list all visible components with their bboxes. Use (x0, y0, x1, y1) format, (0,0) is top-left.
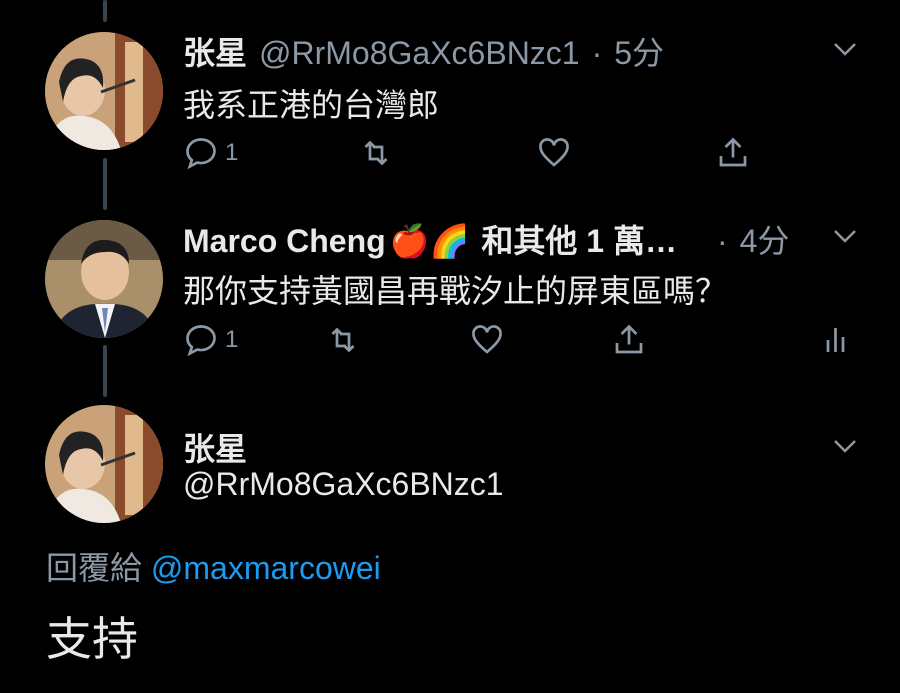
tweet-actions: 1 (183, 322, 873, 362)
tweet-actions: 1 (183, 135, 763, 175)
reply-icon (186, 138, 216, 170)
mention-link[interactable]: @maxmarcowei (151, 550, 381, 586)
display-name[interactable]: 张星 (183, 28, 247, 74)
retweet-button[interactable] (325, 322, 361, 358)
separator-dot: · (716, 223, 728, 259)
like-button[interactable] (536, 135, 572, 171)
retweet-icon (331, 327, 355, 353)
retweet-button[interactable] (358, 135, 394, 171)
reply-count: 1 (225, 139, 239, 166)
tweet-header: Marco Cheng 🍎🌈 和其他 1 萬… · 4分 (183, 216, 789, 262)
share-button[interactable] (611, 322, 647, 358)
reply-count: 1 (225, 326, 239, 353)
reply-prefix: 回覆給 (46, 550, 143, 586)
chevron-down-icon[interactable] (830, 431, 860, 461)
analytics-icon (826, 328, 845, 352)
display-name[interactable]: 张星 (183, 424, 247, 470)
thread-line (103, 0, 107, 22)
chevron-down-icon[interactable] (830, 34, 860, 64)
separator-dot: · (591, 35, 603, 71)
avatar[interactable] (45, 220, 163, 338)
retweet-icon (364, 140, 388, 166)
heart-icon (472, 325, 502, 354)
thread-line (103, 158, 107, 210)
replying-to: 回覆給 @maxmarcowei (46, 543, 381, 589)
display-name[interactable]: Marco Cheng (183, 223, 386, 260)
reply-button[interactable]: 1 (183, 322, 238, 358)
display-name-extra: 和其他 1 萬… (481, 223, 677, 259)
share-icon (719, 137, 747, 167)
tweet-text: 那你支持黃國昌再戰汐止的屏東區嗎？ (183, 273, 728, 309)
thread-line (103, 345, 107, 397)
user-handle[interactable]: @RrMo8GaXc6BNzc1 (183, 466, 504, 503)
share-button[interactable] (715, 135, 751, 171)
timestamp[interactable]: 4分 (740, 216, 790, 262)
like-button[interactable] (469, 322, 505, 358)
reply-button[interactable]: 1 (183, 135, 238, 171)
share-icon (615, 324, 643, 354)
tweet-text: 我系正港的台灣郎 (183, 87, 440, 123)
chevron-down-icon[interactable] (830, 221, 860, 251)
avatar[interactable] (45, 32, 163, 150)
name-emoji-badges: 🍎🌈 (389, 223, 470, 259)
timestamp[interactable]: 5分 (614, 28, 664, 74)
user-handle[interactable]: @RrMo8GaXc6BNzc1 (259, 35, 580, 72)
tweet-header: 张星 @RrMo8GaXc6BNzc1 · 5分 (183, 28, 664, 74)
tweet-text: 支持 (46, 613, 138, 665)
analytics-button[interactable] (819, 322, 855, 358)
heart-icon (539, 138, 569, 167)
reply-icon (186, 325, 216, 357)
avatar[interactable] (45, 405, 163, 523)
